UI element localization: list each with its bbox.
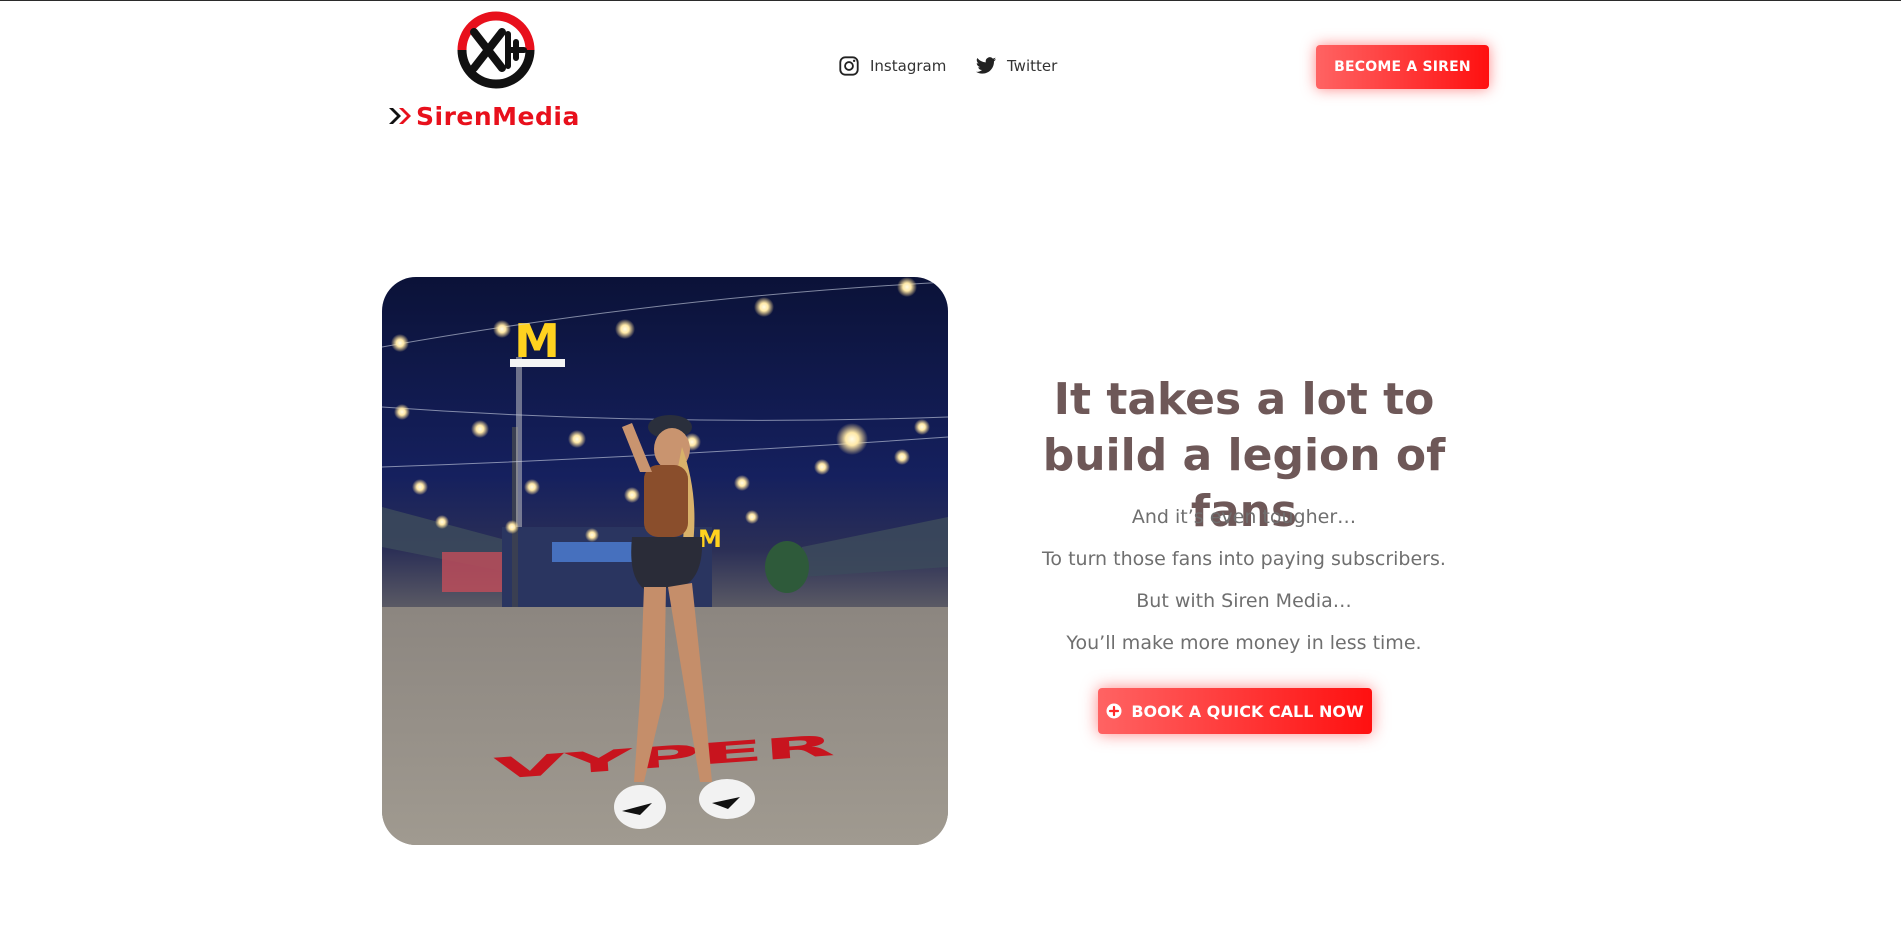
hero-line-3: But with Siren Media… (1136, 590, 1352, 612)
book-a-call-label: BOOK A QUICK CALL NOW (1131, 701, 1364, 721)
site-header: XG SirenMedia Instagram Twitter BECOME A… (0, 0, 1901, 140)
logo-mark-icon: XG (457, 11, 535, 89)
logo-wordmark-row: SirenMedia (388, 101, 604, 131)
instagram-label: Instagram (870, 57, 947, 75)
instagram-link[interactable]: Instagram (838, 55, 946, 77)
become-a-siren-button[interactable]: BECOME A SIREN (1316, 45, 1489, 89)
twitter-link[interactable]: Twitter (975, 55, 1057, 77)
logo-wordmark: SirenMedia (416, 101, 580, 131)
instagram-icon (839, 56, 859, 76)
book-a-call-button[interactable]: BOOK A QUICK CALL NOW (1098, 688, 1372, 734)
hero-line-1: And it’s even tougher… (1131, 506, 1357, 528)
hero-line-4: You’ll make more money in less time. (1066, 632, 1422, 654)
logo-mark-text: XG (495, 25, 497, 27)
plus-circle-icon (1106, 703, 1122, 719)
hero-line-2: To turn those fans into paying subscribe… (1042, 548, 1446, 570)
twitter-label: Twitter (1007, 57, 1058, 75)
hero-photo: M M VYPER (382, 277, 948, 845)
siren-media-logo[interactable]: XG SirenMedia (388, 8, 604, 130)
hero-photo-illustration: M M VYPER (382, 277, 948, 845)
twitter-icon (975, 57, 997, 74)
double-chevron-icon (389, 108, 411, 124)
